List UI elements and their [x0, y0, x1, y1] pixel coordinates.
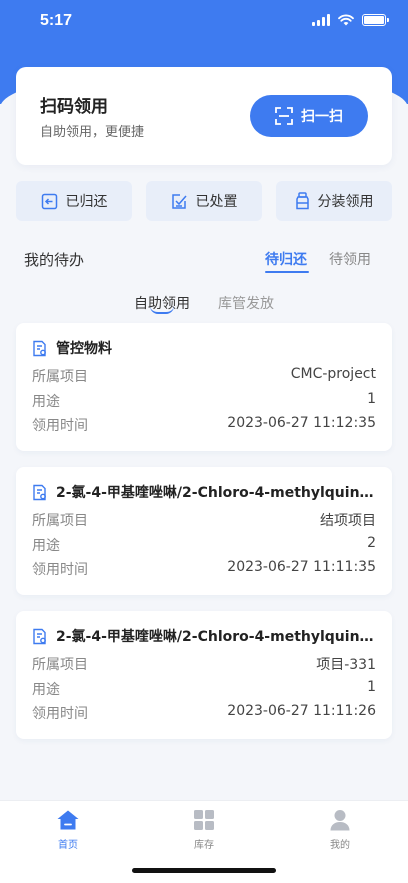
returned-button[interactable]: 已归还	[16, 181, 132, 221]
purpose-label: 用途	[32, 682, 60, 698]
status-time: 5:17	[40, 12, 73, 29]
scan-icon	[275, 107, 293, 125]
purpose-value: 1	[367, 391, 376, 407]
project-value: 结项项目	[320, 513, 376, 529]
disposed-label: 已处置	[195, 194, 238, 210]
user-icon	[330, 810, 350, 831]
document-icon	[33, 340, 46, 356]
record-header: 2-氯-4-甲基喹唑啉/2-Chloro-4-methylquinazoli..…	[32, 626, 376, 646]
battery-icon	[362, 14, 389, 26]
time-label: 领用时间	[32, 706, 88, 722]
scan-title: 扫码领用	[40, 97, 108, 117]
purpose-value: 2	[367, 535, 376, 551]
document-icon	[33, 484, 46, 500]
tab-mine-label: 我的	[330, 840, 350, 851]
todo-title: 我的待办	[24, 251, 85, 269]
document-icon	[33, 628, 46, 644]
tab-to-return[interactable]: 待归还	[265, 249, 307, 269]
record-project-row: 所属项目 CMC-project	[32, 366, 376, 386]
disposed-button[interactable]: 已处置	[146, 181, 262, 221]
tab-inventory[interactable]: 库存	[164, 809, 244, 851]
record-card[interactable]: 管控物料 所属项目 CMC-project 用途 1 领用时间 2023-06-…	[16, 323, 392, 451]
record-title: 2-氯-4-甲基喹唑啉/2-Chloro-4-methylquinazoli..…	[56, 485, 374, 501]
returned-label: 已归还	[65, 194, 108, 210]
record-time-row: 领用时间 2023-06-27 11:12:35	[32, 415, 376, 435]
time-label: 领用时间	[32, 418, 88, 434]
time-value: 2023-06-27 11:11:26	[227, 703, 376, 719]
home-icon	[57, 810, 79, 830]
record-time-row: 领用时间 2023-06-27 11:11:35	[32, 559, 376, 579]
tab-home-label: 首页	[58, 840, 78, 851]
disposed-icon	[171, 193, 187, 209]
record-purpose-row: 用途 1	[32, 391, 376, 411]
record-card[interactable]: 2-氯-4-甲基喹唑啉/2-Chloro-4-methylquinazoli..…	[16, 467, 392, 595]
quick-actions: 已归还 已处置 分装领用	[16, 181, 392, 221]
tab-to-receive[interactable]: 待领用	[329, 249, 371, 269]
scan-card: 扫码领用 自助领用，更便捷 扫一扫	[16, 67, 392, 165]
return-icon	[41, 193, 57, 209]
aliquot-button[interactable]: 分装领用	[276, 181, 392, 221]
aliquot-label: 分装领用	[317, 194, 374, 210]
status-icons	[312, 14, 389, 26]
project-label: 所属项目	[32, 513, 88, 529]
status-bar: 5:17	[0, 0, 408, 46]
time-label: 领用时间	[32, 562, 88, 578]
record-card[interactable]: 2-氯-4-甲基喹唑啉/2-Chloro-4-methylquinazoli..…	[16, 611, 392, 739]
record-title: 管控物料	[56, 341, 112, 357]
wifi-icon	[338, 14, 354, 26]
record-title: 2-氯-4-甲基喹唑啉/2-Chloro-4-methylquinazoli..…	[56, 629, 374, 645]
purpose-value: 1	[367, 679, 376, 695]
time-value: 2023-06-27 11:12:35	[227, 415, 376, 431]
tab-mine[interactable]: 我的	[300, 809, 380, 851]
subtab-warehouse-issue[interactable]: 库管发放	[218, 293, 274, 313]
record-header: 管控物料	[32, 338, 376, 358]
scan-button[interactable]: 扫一扫	[250, 95, 368, 137]
scan-button-label: 扫一扫	[301, 109, 343, 125]
time-value: 2023-06-27 11:11:35	[227, 559, 376, 575]
scan-subtitle: 自助领用，更便捷	[40, 125, 145, 140]
record-project-row: 所属项目 项目-331	[32, 654, 376, 674]
tab-home[interactable]: 首页	[28, 809, 108, 851]
home-indicator	[132, 868, 276, 873]
cellular-signal-icon	[312, 14, 330, 26]
tab-inventory-label: 库存	[194, 840, 214, 851]
record-header: 2-氯-4-甲基喹唑啉/2-Chloro-4-methylquinazoli..…	[32, 482, 376, 502]
project-label: 所属项目	[32, 657, 88, 673]
bottle-icon	[295, 192, 309, 210]
active-tab-indicator	[265, 271, 309, 273]
record-project-row: 所属项目 结项项目	[32, 510, 376, 530]
purpose-label: 用途	[32, 394, 60, 410]
project-value: CMC-project	[290, 366, 376, 382]
grid-icon	[194, 810, 214, 830]
record-purpose-row: 用途 2	[32, 535, 376, 555]
project-label: 所属项目	[32, 369, 88, 385]
record-time-row: 领用时间 2023-06-27 11:11:26	[32, 703, 376, 723]
purpose-label: 用途	[32, 538, 60, 554]
record-purpose-row: 用途 1	[32, 679, 376, 699]
project-value: 项目-331	[316, 657, 376, 673]
